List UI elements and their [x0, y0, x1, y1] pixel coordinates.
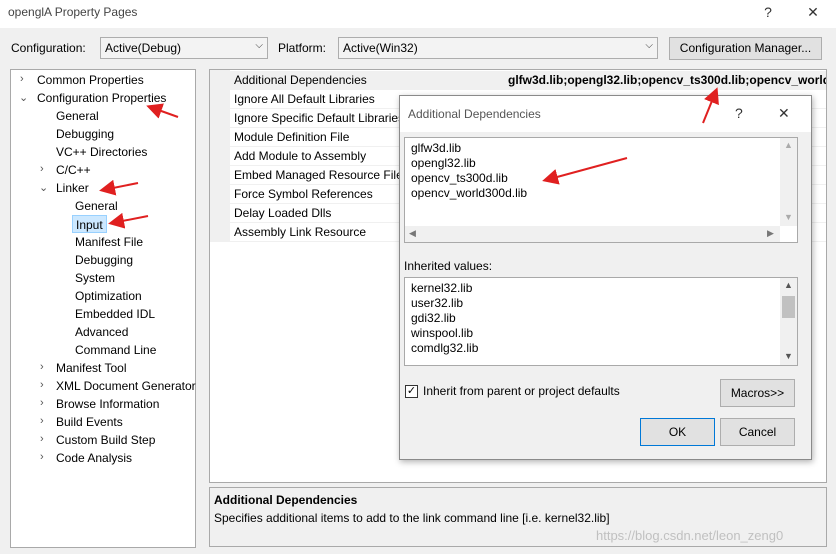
- annotation-arrow: [108, 212, 149, 229]
- annotation-arrow: [542, 157, 628, 185]
- annotation-arrow: [99, 179, 139, 196]
- annotation-arrow: [146, 103, 179, 119]
- annotation-arrow: [702, 87, 719, 124]
- annotation-overlay: [99, 87, 719, 229]
